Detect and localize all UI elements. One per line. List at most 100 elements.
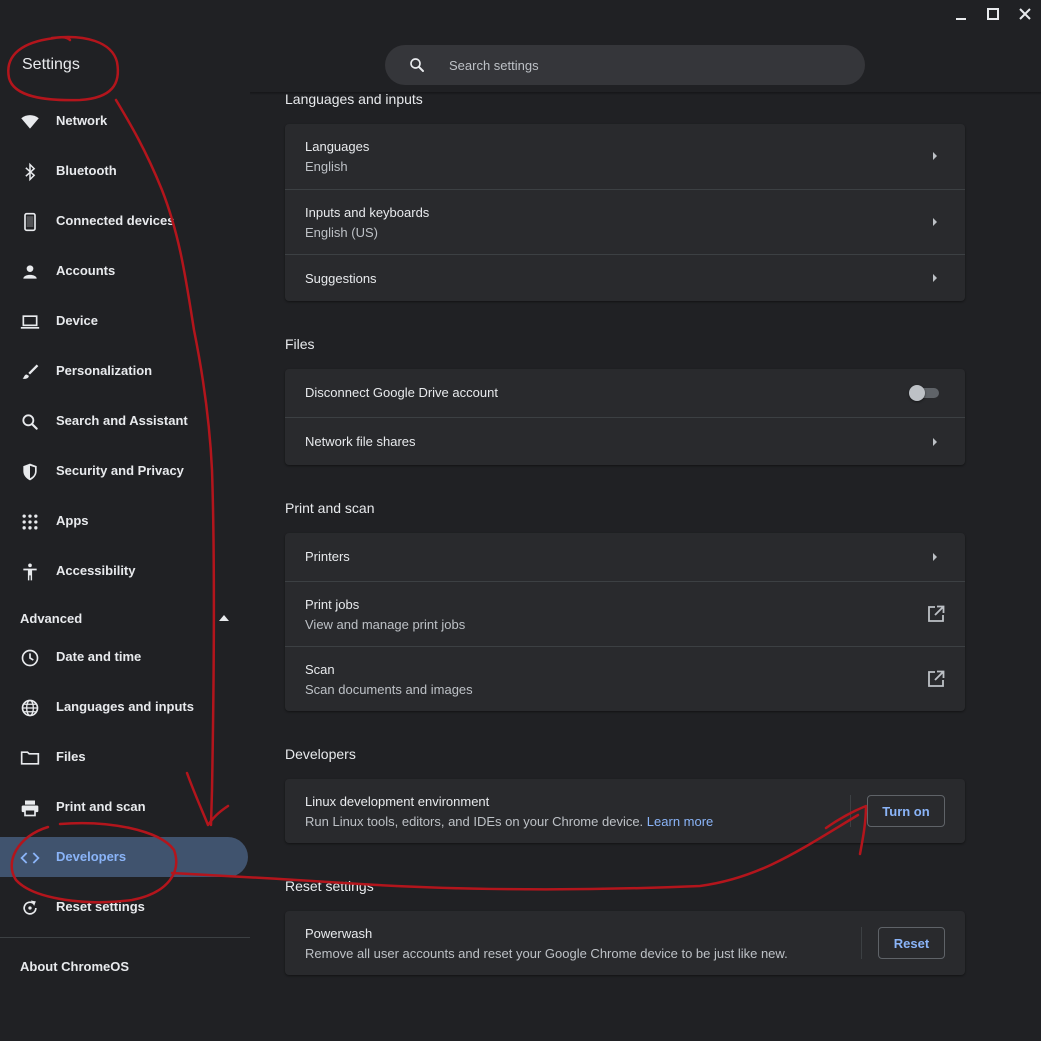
wifi-icon — [21, 115, 39, 129]
sidebar-item-network[interactable]: Network — [0, 101, 248, 141]
sidebar-item-personalization[interactable]: Personalization — [0, 351, 248, 391]
sidebar-item-label: Bluetooth — [56, 163, 117, 178]
about-chromeos-link[interactable]: About ChromeOS — [20, 959, 129, 974]
section-title-files: Files — [285, 336, 315, 352]
sidebar-item-connected-devices[interactable]: Connected devices — [0, 201, 248, 241]
phone-icon — [24, 212, 36, 232]
sidebar-item-developers[interactable]: Developers — [0, 837, 248, 877]
row-sublabel: Remove all user accounts and reset your … — [305, 946, 788, 961]
person-icon — [23, 265, 37, 279]
sidebar-item-bluetooth[interactable]: Bluetooth — [0, 151, 248, 191]
sidebar-item-label: Files — [56, 749, 86, 764]
row-label: Network file shares — [305, 434, 416, 449]
suggestions-row[interactable]: Suggestions — [285, 254, 965, 301]
section-title-reset-settings: Reset settings — [285, 878, 374, 894]
minimize-button[interactable] — [945, 0, 977, 28]
minimize-icon — [956, 18, 966, 20]
print-jobs-row[interactable]: Print jobs View and manage print jobs — [285, 581, 965, 646]
sidebar-item-print-and-scan[interactable]: Print and scan — [0, 787, 248, 827]
clock-icon — [21, 649, 39, 667]
section-title-print-and-scan: Print and scan — [285, 500, 375, 516]
inputs-and-keyboards-row[interactable]: Inputs and keyboards English (US) — [285, 189, 965, 254]
row-sublabel: Scan documents and images — [305, 682, 473, 697]
sidebar-item-label: Network — [56, 113, 108, 128]
maximize-icon — [987, 8, 999, 20]
sidebar-item-label: Print and scan — [56, 799, 146, 814]
open-in-new-icon — [928, 670, 945, 687]
languages-row[interactable]: Languages English — [285, 124, 965, 189]
row-label: Linux development environment — [305, 794, 490, 809]
row-label: Print jobs — [305, 597, 360, 612]
brush-icon — [22, 364, 39, 379]
sidebar-item-files[interactable]: Files — [0, 737, 248, 777]
row-label: Suggestions — [305, 271, 377, 286]
scan-row[interactable]: Scan Scan documents and images — [285, 646, 965, 711]
developers-card: Linux development environment Run Linux … — [285, 779, 965, 843]
row-sublabel: Run Linux tools, editors, and IDEs on yo… — [305, 814, 713, 829]
chevron-right-icon — [933, 218, 937, 226]
sidebar-divider — [0, 937, 250, 938]
sidebar-item-accounts[interactable]: Accounts — [0, 251, 248, 291]
sidebar-item-reset-settings[interactable]: Reset settings — [0, 887, 248, 927]
search-icon — [22, 414, 38, 430]
search-icon — [410, 58, 424, 72]
turn-on-button[interactable]: Turn on — [867, 795, 945, 827]
reset-button[interactable]: Reset — [878, 927, 945, 959]
google-drive-toggle[interactable] — [909, 385, 941, 401]
sidebar-item-label: Languages and inputs — [56, 699, 194, 714]
sidebar-item-label: Date and time — [56, 649, 142, 664]
row-sublabel: View and manage print jobs — [305, 617, 466, 632]
close-icon — [1019, 8, 1031, 20]
files-card: Disconnect Google Drive account Network … — [285, 369, 965, 465]
powerwash-row: Powerwash Remove all user accounts and r… — [285, 911, 965, 975]
bluetooth-icon — [25, 162, 36, 182]
sidebar-item-security-and-privacy[interactable]: Security and Privacy — [0, 451, 248, 491]
sidebar-item-device[interactable]: Device — [0, 301, 248, 341]
globe-icon — [21, 699, 39, 717]
network-file-shares-row[interactable]: Network file shares — [285, 417, 965, 465]
chevron-right-icon — [933, 274, 937, 282]
chevron-right-icon — [933, 438, 937, 446]
printers-row[interactable]: Printers — [285, 533, 965, 581]
close-button[interactable] — [1009, 0, 1041, 28]
window-controls — [945, 0, 1041, 28]
row-sublabel-text: Run Linux tools, editors, and IDEs on yo… — [305, 814, 644, 829]
sidebar-item-label: Accessibility — [56, 563, 136, 578]
sidebar-item-label: Device — [56, 313, 98, 328]
printer-icon — [21, 800, 39, 817]
sidebar-item-label: Connected devices — [56, 213, 175, 228]
section-title-languages: Languages and inputs — [285, 91, 423, 107]
header: Settings — [0, 28, 1041, 94]
search-box[interactable] — [385, 45, 865, 85]
row-separator — [850, 795, 851, 827]
shield-icon — [23, 463, 37, 481]
sidebar-item-label: Developers — [56, 849, 127, 864]
row-label: Printers — [305, 549, 350, 564]
open-in-new-icon — [928, 605, 945, 622]
section-title-developers: Developers — [285, 746, 356, 762]
row-separator — [861, 927, 862, 959]
sidebar-item-date-and-time[interactable]: Date and time — [0, 637, 248, 677]
sidebar-item-label: Personalization — [56, 363, 153, 378]
languages-card: Languages English Inputs and keyboards E… — [285, 124, 965, 301]
maximize-button[interactable] — [977, 0, 1009, 28]
disconnect-google-drive-row[interactable]: Disconnect Google Drive account — [285, 369, 965, 417]
code-icon — [20, 852, 40, 864]
settings-window: Settings Network Bluetooth Connected dev… — [0, 0, 1041, 1041]
sidebar-item-languages-and-inputs[interactable]: Languages and inputs — [0, 687, 248, 727]
sidebar-item-label: Security and Privacy — [56, 463, 184, 478]
row-label: Languages — [305, 139, 370, 154]
laptop-icon — [20, 315, 40, 329]
learn-more-link[interactable]: Learn more — [647, 814, 713, 829]
sidebar-item-label: Accounts — [56, 263, 116, 278]
search-input[interactable] — [449, 45, 829, 85]
toggle-knob — [909, 385, 925, 401]
row-label: Scan — [305, 662, 335, 677]
sidebar-item-search-and-assistant[interactable]: Search and Assistant — [0, 401, 248, 441]
folder-icon — [20, 751, 40, 765]
sidebar-item-accessibility[interactable]: Accessibility — [0, 551, 248, 591]
sidebar-item-apps[interactable]: Apps — [0, 501, 248, 541]
print-and-scan-card: Printers Print jobs View and manage prin… — [285, 533, 965, 711]
advanced-toggle[interactable]: Advanced — [0, 604, 248, 632]
caret-up-icon — [219, 615, 229, 621]
